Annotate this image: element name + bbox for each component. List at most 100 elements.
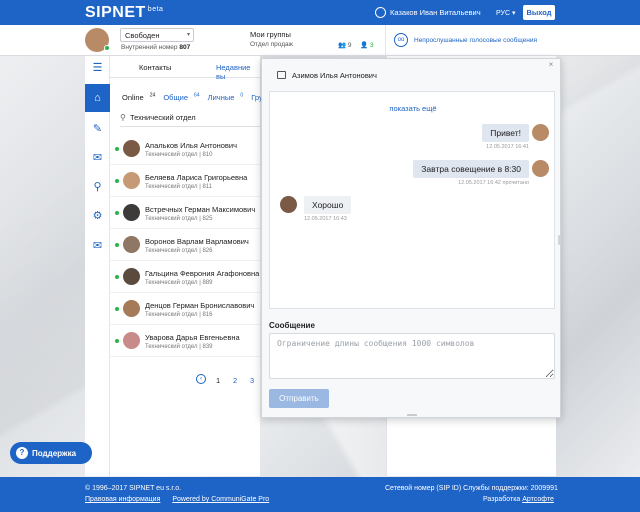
user-icon (375, 7, 386, 18)
tab-recent[interactable]: Недавние вы (216, 63, 260, 81)
voicemail-link[interactable]: Непрослушанные голосовые сообщения (414, 37, 537, 44)
powered-link[interactable]: Powered by CommuniGate Pro (172, 496, 269, 503)
left-rail: ☰ ⌂ ✎ ✉ ⚲ ⚙ ✉ (85, 56, 110, 476)
chat-dialog: Азимов Илья Антонович × показать ещё При… (261, 58, 561, 418)
online-dot (115, 147, 119, 151)
page-3[interactable]: 3 (250, 376, 254, 385)
contacts-panel: Контакты Недавние вы Online 24 Общие 64 Ли… (110, 56, 276, 476)
user-menu[interactable]: Казаков Иван Витальевич (375, 7, 481, 18)
support-button[interactable]: ? Поддержка (10, 442, 92, 464)
contact-name: Встречных Герман Максимович (145, 205, 256, 214)
avatar (123, 140, 140, 157)
avatar (280, 196, 297, 213)
contact-row[interactable]: Воронов Варлам Варламович Технический отд… (110, 229, 260, 261)
filter-label: Online (122, 92, 144, 102)
chat-history[interactable]: показать ещё Привет! 12.05.2017 16:41 За… (269, 91, 555, 309)
avatar (532, 124, 549, 141)
users-count: 9 (347, 42, 352, 49)
mail-icon[interactable]: ✉ (85, 143, 110, 171)
resize-handle[interactable] (407, 414, 417, 416)
footer-links: Правовая информация Powered by CommuniGa… (85, 496, 279, 503)
contact-dept: Технический отдел | 839 (145, 344, 213, 350)
avatar (532, 160, 549, 177)
contact-name: Гальцина Феврония Агафоновна (145, 269, 260, 278)
menu-icon[interactable]: ☰ (85, 56, 110, 78)
online-dot (115, 339, 119, 343)
groups-title[interactable]: Мои группы (250, 30, 291, 39)
language-select[interactable]: РУС ▾ (496, 9, 515, 17)
tab-contacts[interactable]: Контакты (139, 63, 171, 72)
user-name: Казаков Иван Витальевич (390, 8, 481, 17)
avatar (123, 204, 140, 221)
messages-icon[interactable]: ✉ (85, 231, 110, 259)
beta-badge: beta (147, 5, 164, 13)
voicemail-icon[interactable]: oo (394, 33, 408, 47)
chat-title: Азимов Илья Антонович (292, 71, 377, 80)
filter-label: Личные (207, 92, 235, 102)
dev-prefix: Разработка (483, 496, 521, 503)
page-1[interactable]: 1 (216, 376, 230, 388)
contact-dept: Технический отдел | 889 (145, 280, 213, 286)
contact-name: Уварова Дарья Евгеньевна (145, 333, 240, 342)
message-input[interactable] (269, 333, 555, 379)
show-more-link[interactable]: показать ещё (270, 104, 556, 113)
page-2[interactable]: 2 (233, 376, 237, 385)
contact-row[interactable]: Встречных Герман Максимович Технический о… (110, 197, 260, 229)
contacts-icon[interactable]: ⚲ (85, 172, 110, 200)
notes-icon[interactable]: ✎ (85, 114, 110, 142)
contact-row[interactable]: Уварова Дарья Евгеньевна Технический отде… (110, 325, 260, 357)
online-dot (115, 179, 119, 183)
filter-personal[interactable]: Личные 0 (207, 92, 244, 102)
filter-count: 24 (149, 92, 156, 98)
filter-label: Общие (163, 92, 189, 102)
home-icon[interactable]: ⌂ (85, 84, 110, 112)
filter-count: 0 (240, 92, 244, 98)
search-field[interactable]: ⚲ Технический отдел (120, 113, 270, 127)
top-bar: SIPNET beta Казаков Иван Витальевич РУС ▾… (0, 0, 640, 25)
message-time: 12.05.2017 16:41 (486, 144, 529, 150)
contact-name: Денцов Герман Брониславович (145, 301, 255, 310)
settings-icon[interactable]: ⚙ (85, 201, 110, 229)
contact-name: Воронов Варлам Варламович (145, 237, 249, 246)
filter-common[interactable]: Общие 64 (163, 92, 199, 102)
scrollbar[interactable] (558, 235, 561, 245)
chevron-down-icon: ▾ (186, 32, 190, 38)
message-label: Сообщение (269, 321, 315, 330)
contact-row[interactable]: Беляева Лариса Григорьевна Технический от… (110, 165, 260, 197)
send-button[interactable]: Отправить (269, 389, 329, 408)
contact-row[interactable]: Денцов Герман Брониславович Технический о… (110, 293, 260, 325)
online-dot (115, 275, 119, 279)
presence-value: Свободен (125, 31, 160, 40)
contact-dept: Технический отдел | 811 (145, 184, 213, 190)
message-bubble: Завтра совещение в 8:30 (413, 160, 529, 178)
legal-link[interactable]: Правовая информация (85, 496, 160, 503)
avatar (123, 172, 140, 189)
extension-info: Внутренний номер 807 (121, 44, 190, 51)
search-icon: ⚲ (120, 113, 126, 122)
group-users-count: 👥 9 (338, 42, 352, 49)
pager-prev-icon[interactable]: ‹ (196, 374, 206, 384)
online-dot (115, 243, 119, 247)
help-icon: ? (16, 447, 28, 459)
message-bubble: Привет! (482, 124, 529, 142)
close-icon[interactable]: × (546, 61, 556, 70)
avatar (123, 268, 140, 285)
contact-dept: Технический отдел | 826 (145, 248, 213, 254)
footer: © 1996–2017 SIPNET eu s.r.o. Правовая ин… (0, 477, 640, 512)
tabs: Контакты Недавние вы (110, 56, 260, 81)
presence-select[interactable]: Свободен ▾ (120, 28, 194, 42)
online-dot (115, 307, 119, 311)
contact-row[interactable]: Апальков Илья Антонович Технический отдел… (110, 133, 260, 165)
logo[interactable]: SIPNET beta (85, 4, 163, 22)
developer-link[interactable]: Артсофте (522, 496, 554, 503)
contact-dept: Технический отдел | 816 (145, 312, 213, 318)
online-indicator (104, 45, 110, 51)
status-bar: Свободен ▾ Внутренний номер 807 Мои груп… (0, 25, 640, 56)
logout-button[interactable]: Выход (523, 5, 555, 20)
filter-online[interactable]: Online 24 (122, 92, 156, 102)
message-time: 12.05.2017 16:42 прочитано (458, 180, 529, 186)
group-name: Отдел продаж (250, 41, 293, 48)
contact-dept: Технический отдел | 810 (145, 152, 213, 158)
support-sip-info: Сетевой номер (SIP ID) Службы поддержки:… (385, 485, 558, 492)
contact-row[interactable]: Гальцина Феврония Агафоновна Технический … (110, 261, 260, 293)
